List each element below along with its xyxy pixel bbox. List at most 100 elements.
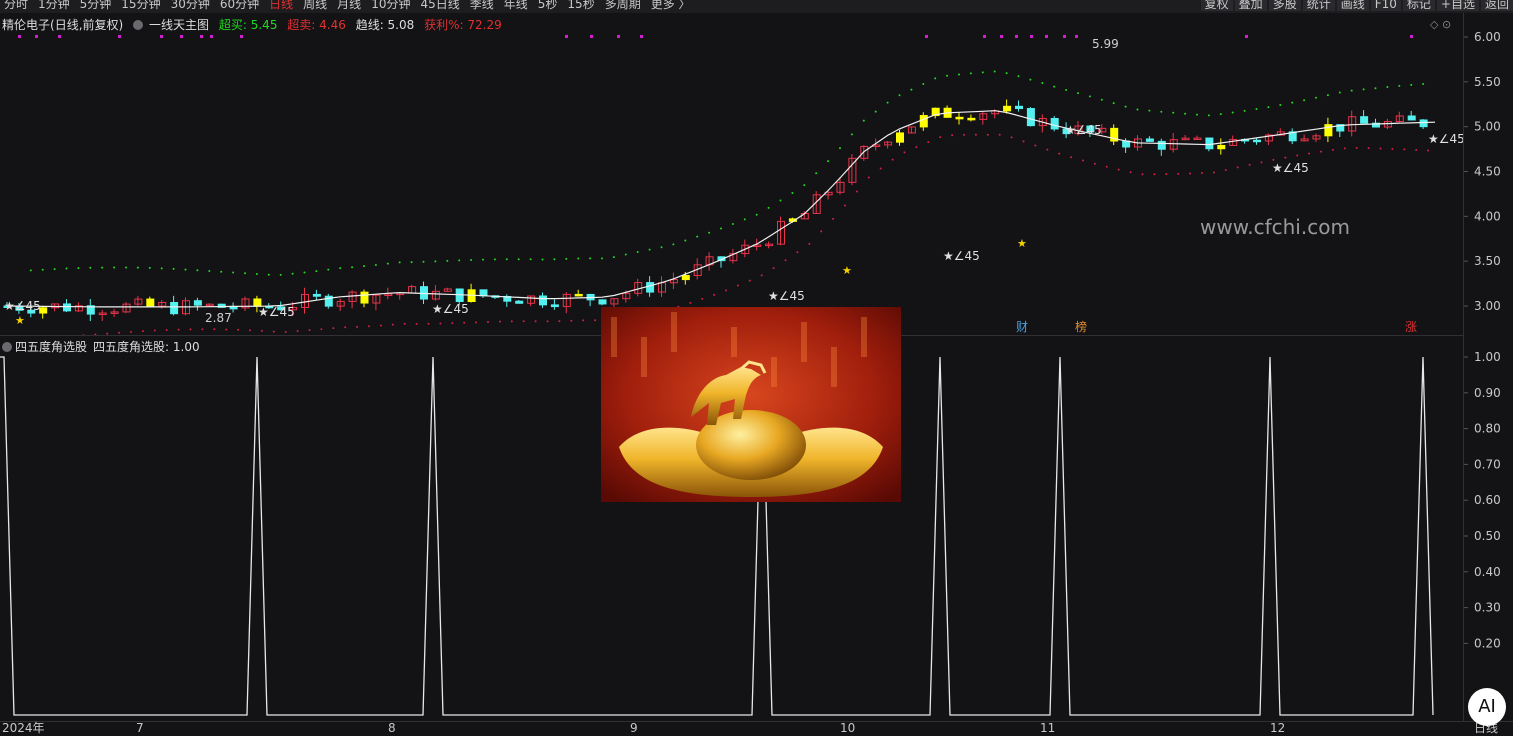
- signal-marker: [1075, 35, 1078, 38]
- oversold-dot: [1023, 140, 1025, 142]
- period-tab[interactable]: 10分钟: [371, 0, 410, 11]
- candle: [1016, 106, 1023, 108]
- overbought-dot: [268, 274, 270, 276]
- overbought-dot: [125, 266, 127, 268]
- oversold-dot: [796, 251, 798, 253]
- overbought-dot: [458, 259, 460, 261]
- overbought-dot: [613, 256, 615, 258]
- oversold-dot: [785, 259, 787, 261]
- period-tab[interactable]: 60分钟: [220, 0, 259, 11]
- rank-badge: 榜: [1075, 319, 1087, 334]
- overbought-dot: [1339, 92, 1341, 94]
- overbought-dot: [1256, 108, 1258, 110]
- angle-45-label: ★∠45: [943, 249, 980, 263]
- period-tab[interactable]: 5秒: [538, 0, 558, 11]
- overbought-dot: [1410, 84, 1412, 86]
- overbought-dot: [304, 272, 306, 274]
- ai-assistant-button[interactable]: AI: [1468, 688, 1506, 726]
- period-tab[interactable]: 45日线: [420, 0, 459, 11]
- period-tabs: 分时 1分钟 5分钟 15分钟 30分钟 60分钟日线周线月线 10分钟 45日线季线年线 5秒…: [4, 0, 701, 11]
- signal-marker: [58, 35, 61, 38]
- overbought-dot: [875, 111, 877, 113]
- period-tab[interactable]: 更多 〉: [651, 0, 691, 11]
- period-tab[interactable]: 15秒: [567, 0, 594, 11]
- toolbar-button[interactable]: 多股: [1269, 0, 1301, 11]
- period-tab[interactable]: 周线: [303, 0, 327, 11]
- oversold-dot: [1380, 147, 1382, 149]
- angle-45-label: ★∠45: [1428, 132, 1463, 146]
- signal-marker: [1410, 35, 1413, 38]
- overbought-dot: [696, 236, 698, 238]
- angle-45-label: ★∠45: [4, 299, 41, 313]
- toolbar-button[interactable]: 叠加: [1235, 0, 1267, 11]
- star-marker: ★: [842, 264, 852, 277]
- toolbar-button[interactable]: 复权: [1201, 0, 1233, 11]
- finance-badge: 财: [1016, 320, 1028, 334]
- overbought-dot: [958, 74, 960, 76]
- overbought-dot: [1232, 112, 1234, 114]
- period-tab[interactable]: 30分钟: [171, 0, 210, 11]
- oversold-dot: [1344, 147, 1346, 149]
- oversold-dot: [999, 134, 1001, 136]
- star-marker: ★: [1017, 237, 1027, 250]
- oversold-dot: [320, 328, 322, 330]
- period-tab[interactable]: 5分钟: [80, 0, 112, 11]
- overbought-dot: [1172, 112, 1174, 114]
- overbought-dot: [280, 274, 282, 276]
- overbought-dot: [1244, 110, 1246, 112]
- overbought-dot: [530, 258, 532, 260]
- overbought-dot: [1184, 113, 1186, 115]
- overbought-dot: [899, 94, 901, 96]
- oversold-dot: [570, 320, 572, 322]
- toolbar-button[interactable]: 画线: [1337, 0, 1369, 11]
- toolbar-button[interactable]: F10: [1371, 0, 1401, 11]
- period-tab[interactable]: 多周期: [605, 0, 641, 11]
- signal-marker: [1000, 35, 1003, 38]
- overbought-dot: [1089, 95, 1091, 97]
- oversold-dot: [511, 320, 513, 322]
- period-tab[interactable]: 日线: [269, 0, 293, 11]
- toolbar-button[interactable]: 返回: [1481, 0, 1513, 11]
- price-tick-label: 6.00: [1474, 30, 1501, 44]
- period-tab[interactable]: 15分钟: [121, 0, 160, 11]
- period-tab[interactable]: 年线: [504, 0, 528, 11]
- overbought-dot: [1137, 108, 1139, 110]
- overbought-dot: [411, 261, 413, 263]
- signal-marker: [590, 35, 593, 38]
- oversold-dot: [201, 328, 203, 330]
- period-tab[interactable]: 分时: [4, 0, 28, 11]
- oversold-dot: [773, 267, 775, 269]
- oversold-dot: [1237, 166, 1239, 168]
- overbought-dot: [1398, 85, 1400, 87]
- oversold-dot: [499, 321, 501, 323]
- overbought-dots: [30, 71, 1424, 276]
- overbought-dot: [54, 268, 56, 270]
- oversold-dot: [1308, 152, 1310, 154]
- price-tick-label: 5.00: [1474, 120, 1501, 134]
- overbought-dot: [672, 243, 674, 245]
- signal-marker: [1245, 35, 1248, 38]
- toolbar-button[interactable]: +自选: [1437, 0, 1479, 11]
- overbought-dot: [42, 269, 44, 271]
- overbought-dot: [922, 83, 924, 85]
- oversold-dot: [927, 141, 929, 143]
- period-tab[interactable]: 1分钟: [38, 0, 70, 11]
- overbought-dot: [720, 228, 722, 230]
- candle: [599, 300, 606, 304]
- toolbar-button[interactable]: 标记: [1403, 0, 1435, 11]
- candlestick-chart[interactable]: 5.992.87财榜涨★∠45★∠45★∠45★∠45★∠45★∠45★∠45★…: [0, 13, 1463, 335]
- period-tab[interactable]: 月线: [337, 0, 361, 11]
- oversold-dot: [1284, 157, 1286, 159]
- toolbar-button[interactable]: 统计: [1303, 0, 1335, 11]
- candle: [956, 117, 963, 119]
- period-tab[interactable]: 季线: [470, 0, 494, 11]
- signal-marker: [200, 35, 203, 38]
- oversold-dot: [237, 329, 239, 331]
- oversold-dot: [1130, 171, 1132, 173]
- oversold-dot: [987, 134, 989, 136]
- signal-marker: [1030, 35, 1033, 38]
- angle-45-label: ★∠45: [258, 305, 295, 319]
- price-tick-label: 5.50: [1474, 75, 1501, 89]
- candle: [682, 276, 689, 280]
- date-tick-label: 11: [1040, 722, 1055, 735]
